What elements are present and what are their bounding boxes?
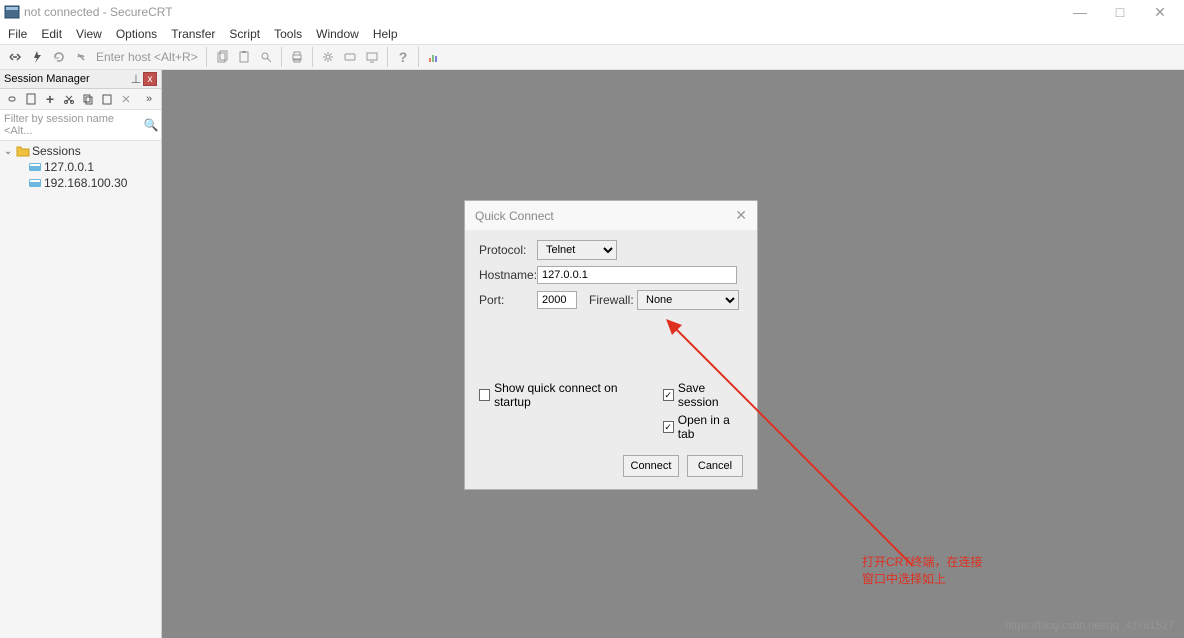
separator: [418, 47, 419, 67]
quick-connect-dialog: Quick Connect ✕ Protocol: Telnet Hostnam…: [464, 200, 758, 490]
sidebar-close-button[interactable]: x: [143, 72, 157, 86]
screen-icon[interactable]: [362, 47, 382, 67]
separator: [312, 47, 313, 67]
menu-help[interactable]: Help: [373, 27, 398, 41]
copy-icon[interactable]: [212, 47, 232, 67]
session-tree: ⌄ Sessions 127.0.0.1 192.168.100.30: [0, 141, 161, 193]
expand-icon[interactable]: »: [141, 91, 157, 107]
session-manager-panel: Session Manager ⊥ x + » Filter by sessio…: [0, 70, 162, 638]
session-label: 192.168.100.30: [44, 176, 127, 190]
checkbox-icon: ✓: [663, 389, 674, 401]
firewall-label: Firewall:: [589, 293, 637, 307]
menu-edit[interactable]: Edit: [41, 27, 62, 41]
dialog-footer: Show quick connect on startup ✓ Save ses…: [465, 373, 757, 489]
annotation-text: 打开CRT终端，在连接 窗口中选择如上: [862, 554, 982, 588]
annotation-line2: 窗口中选择如上: [862, 571, 982, 588]
menu-transfer[interactable]: Transfer: [171, 27, 215, 41]
session-item[interactable]: 127.0.0.1: [4, 159, 157, 175]
session-filter[interactable]: Filter by session name <Alt... 🔍: [0, 110, 161, 141]
connect-button[interactable]: Connect: [623, 455, 679, 477]
separator: [206, 47, 207, 67]
open-tab-checkbox[interactable]: ✓ Open in a tab: [663, 413, 743, 441]
help-icon[interactable]: ?: [393, 47, 413, 67]
copy2-icon[interactable]: [80, 91, 96, 107]
host-input[interactable]: Enter host <Alt+R>: [92, 50, 202, 64]
session-item[interactable]: 192.168.100.30: [4, 175, 157, 191]
hostname-label: Hostname:: [479, 268, 537, 282]
session-label: 127.0.0.1: [44, 160, 94, 174]
session-icon: [28, 161, 42, 173]
menu-file[interactable]: File: [8, 27, 27, 41]
port-label: Port:: [479, 293, 537, 307]
menu-window[interactable]: Window: [316, 27, 359, 41]
paste2-icon[interactable]: [99, 91, 115, 107]
sidebar-toolbar: + »: [0, 89, 161, 110]
protocol-label: Protocol:: [479, 243, 537, 257]
find-icon[interactable]: [256, 47, 276, 67]
menu-view[interactable]: View: [76, 27, 102, 41]
delete-icon[interactable]: [118, 91, 134, 107]
settings-icon[interactable]: [318, 47, 338, 67]
add-icon[interactable]: +: [42, 91, 58, 107]
cancel-button[interactable]: Cancel: [687, 455, 743, 477]
sidebar-title: Session Manager: [4, 73, 129, 85]
window-title: not connected - SecureCRT: [24, 5, 1060, 19]
filter-placeholder: Filter by session name <Alt...: [2, 111, 143, 139]
content-area: Quick Connect ✕ Protocol: Telnet Hostnam…: [162, 70, 1184, 638]
separator: [387, 47, 388, 67]
link-icon[interactable]: [4, 91, 20, 107]
close-button[interactable]: ✕: [1140, 4, 1180, 21]
show-startup-checkbox[interactable]: Show quick connect on startup: [479, 381, 643, 409]
titlebar: not connected - SecureCRT — □ ✕: [0, 0, 1184, 24]
menu-tools[interactable]: Tools: [274, 27, 302, 41]
folder-icon: [16, 145, 30, 157]
paste-icon[interactable]: [234, 47, 254, 67]
dialog-titlebar: Quick Connect ✕: [465, 201, 757, 230]
page-icon[interactable]: [23, 91, 39, 107]
dialog-title-text: Quick Connect: [475, 209, 735, 223]
dialog-close-icon[interactable]: ✕: [735, 207, 747, 224]
menu-script[interactable]: Script: [229, 27, 260, 41]
session-icon: [28, 177, 42, 189]
print-icon[interactable]: [287, 47, 307, 67]
save-session-checkbox[interactable]: ✓ Save session: [663, 381, 743, 409]
tree-root-label: Sessions: [32, 144, 81, 158]
checkbox-icon: [479, 389, 490, 401]
port-input[interactable]: [537, 291, 577, 309]
collapse-icon[interactable]: ⌄: [4, 146, 14, 157]
keyboard-icon[interactable]: [340, 47, 360, 67]
tree-root[interactable]: ⌄ Sessions: [4, 143, 157, 159]
disconnect-icon[interactable]: [71, 47, 91, 67]
cut-icon[interactable]: [61, 91, 77, 107]
menu-options[interactable]: Options: [116, 27, 157, 41]
show-startup-label: Show quick connect on startup: [494, 381, 643, 409]
dialog-body: Protocol: Telnet Hostname: Port: Firewal…: [465, 230, 757, 373]
separator: [281, 47, 282, 67]
pin-icon[interactable]: ⊥: [129, 72, 143, 86]
menubar: File Edit View Options Transfer Script T…: [0, 24, 1184, 44]
app-icon: [4, 4, 20, 20]
hostname-input[interactable]: [537, 266, 737, 284]
minimize-button[interactable]: —: [1060, 4, 1100, 20]
save-session-label: Save session: [678, 381, 743, 409]
maximize-button[interactable]: □: [1100, 4, 1140, 20]
checkbox-icon: ✓: [663, 421, 674, 433]
watermark: https://blog.csdn.net/qq_42761527: [1005, 620, 1174, 632]
quick-connect-icon[interactable]: [27, 47, 47, 67]
protocol-select[interactable]: Telnet: [537, 240, 617, 260]
search-icon[interactable]: 🔍: [143, 118, 159, 132]
sidebar-header: Session Manager ⊥ x: [0, 70, 161, 89]
open-tab-label: Open in a tab: [678, 413, 743, 441]
main-toolbar: Enter host <Alt+R> ?: [0, 44, 1184, 70]
connect-icon[interactable]: [5, 47, 25, 67]
chart-icon[interactable]: [424, 47, 444, 67]
firewall-select[interactable]: None: [637, 290, 739, 310]
annotation-line1: 打开CRT终端，在连接: [862, 554, 982, 571]
reconnect-icon[interactable]: [49, 47, 69, 67]
